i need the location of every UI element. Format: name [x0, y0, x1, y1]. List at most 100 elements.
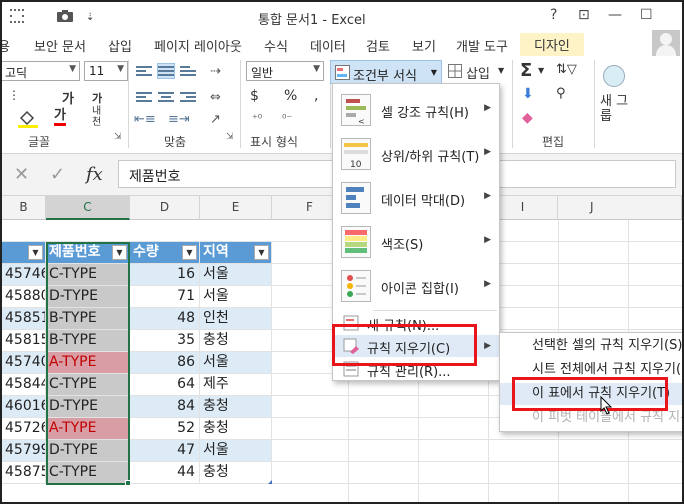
- customize-qat-icon[interactable]: ⇣: [86, 12, 94, 23]
- fill-down-icon[interactable]: ⬇: [522, 86, 534, 102]
- filter-dropdown-icon[interactable]: ▼: [254, 245, 269, 260]
- indent-decrease-icon[interactable]: ⇤≡: [134, 112, 156, 127]
- table-cell[interactable]: 45875: [2, 462, 46, 484]
- table-cell[interactable]: 64: [130, 374, 200, 396]
- column-header-c[interactable]: C: [46, 196, 130, 220]
- table-cell[interactable]: 서울: [200, 352, 272, 374]
- maximize-button[interactable]: ☐: [640, 7, 653, 23]
- merge-center-icon[interactable]: ⇔: [210, 90, 221, 105]
- currency-button[interactable]: $: [250, 88, 259, 104]
- table-cell[interactable]: 35: [130, 330, 200, 352]
- comma-style-icon[interactable]: ,: [314, 88, 318, 104]
- table-cell[interactable]: 충청: [200, 462, 272, 484]
- increase-font-button[interactable]: 가: [62, 88, 74, 107]
- column-header-j[interactable]: J: [558, 196, 682, 220]
- grid-dots-icon[interactable]: [10, 9, 24, 27]
- font-name-combo[interactable]: 고딕 ▼: [2, 61, 80, 81]
- conditional-format-button[interactable]: 조건부 서식 ▼: [330, 60, 442, 84]
- insert-function-icon[interactable]: fx: [86, 164, 103, 185]
- table-cell[interactable]: 충청: [200, 396, 272, 418]
- table-cell[interactable]: 84: [130, 396, 200, 418]
- tab-home[interactable]: 용: [2, 36, 10, 55]
- table-cell[interactable]: 86: [130, 352, 200, 374]
- table-cell[interactable]: A-TYPE: [46, 352, 130, 374]
- table-cell[interactable]: 서울: [200, 440, 272, 462]
- table-cell[interactable]: 서울: [200, 264, 272, 286]
- align-top-icon[interactable]: [136, 64, 152, 78]
- decrease-font-button[interactable]: 가: [92, 90, 102, 106]
- submenu-clear-selected[interactable]: 선택한 셀의 규칙 지우기(S): [500, 335, 682, 357]
- table-cell[interactable]: 52: [130, 418, 200, 440]
- column-header-e[interactable]: E: [200, 196, 272, 220]
- tab-page-layout[interactable]: 페이지 레이아웃: [154, 36, 242, 55]
- tab-data[interactable]: 데이터: [310, 36, 346, 55]
- indent-increase-icon[interactable]: ≡⇥: [168, 112, 190, 127]
- insert-label[interactable]: 삽입: [466, 63, 490, 82]
- table-cell[interactable]: 45740: [2, 352, 46, 374]
- fill-color-icon[interactable]: [18, 110, 40, 132]
- table-header-cell[interactable]: 지역 ▼: [200, 242, 272, 264]
- clear-eraser-icon[interactable]: ◆: [522, 110, 533, 126]
- increase-decimal-icon[interactable]: ⁺⁰: [252, 112, 262, 125]
- table-cell[interactable]: 45851: [2, 308, 46, 330]
- column-header-d[interactable]: D: [130, 196, 200, 220]
- menu-icon-sets[interactable]: 아이콘 집합(I) ▶: [333, 264, 499, 308]
- table-cell[interactable]: C-TYPE: [46, 374, 130, 396]
- table-cell[interactable]: 충청: [200, 330, 272, 352]
- tab-view[interactable]: 보기: [412, 36, 436, 55]
- table-cell[interactable]: 45844: [2, 374, 46, 396]
- paint-icon[interactable]: ⋮: [8, 88, 20, 102]
- table-cell[interactable]: 서울: [200, 286, 272, 308]
- table-cell[interactable]: C-TYPE: [46, 462, 130, 484]
- find-select-icon[interactable]: ⚲: [556, 86, 566, 101]
- wrap-text-icon[interactable]: ⇢: [210, 64, 221, 79]
- minimize-button[interactable]: —: [608, 7, 622, 23]
- table-cell[interactable]: 45746: [2, 264, 46, 286]
- table-cell[interactable]: 충청: [200, 418, 272, 440]
- table-cell[interactable]: 48: [130, 308, 200, 330]
- table-cell[interactable]: 45815: [2, 330, 46, 352]
- tab-security[interactable]: 보안 문서: [34, 36, 86, 55]
- new-group-label[interactable]: 새 그룹: [600, 94, 630, 124]
- align-bottom-icon[interactable]: [180, 64, 196, 78]
- orientation-icon[interactable]: ↗: [210, 112, 221, 127]
- table-cell[interactable]: 16: [130, 264, 200, 286]
- table-cell[interactable]: 46016: [2, 396, 46, 418]
- column-header-b[interactable]: B: [2, 196, 46, 220]
- table-cell[interactable]: 인천: [200, 308, 272, 330]
- menu-data-bars[interactable]: 데이터 막대(D) ▶: [333, 176, 499, 220]
- table-cell[interactable]: 47: [130, 440, 200, 462]
- new-group-icon[interactable]: [603, 65, 625, 87]
- filter-dropdown-icon[interactable]: ▼: [112, 245, 127, 260]
- align-middle-icon[interactable]: [157, 63, 175, 79]
- table-cell[interactable]: D-TYPE: [46, 440, 130, 462]
- table-header-cell[interactable]: 수량 ▼: [130, 242, 200, 264]
- menu-clear-rules[interactable]: 규칙 지우기(C) ▶: [333, 335, 499, 357]
- table-cell[interactable]: B-TYPE: [46, 308, 130, 330]
- tab-review[interactable]: 검토: [366, 36, 390, 55]
- table-cell[interactable]: C-TYPE: [46, 264, 130, 286]
- menu-manage-rules[interactable]: 규칙 관리(R)...: [333, 358, 499, 380]
- autosum-icon[interactable]: Σ: [520, 60, 532, 81]
- fill-handle[interactable]: [125, 480, 131, 486]
- dialog-launcher-icon[interactable]: ⇲: [114, 132, 122, 142]
- align-right-icon[interactable]: [180, 90, 196, 104]
- menu-highlight-cells-rules[interactable]: < 셀 강조 규칙(H) ▶: [333, 88, 499, 132]
- sort-filter-icon[interactable]: ⇅▽: [556, 62, 577, 77]
- tab-formulas[interactable]: 수식: [264, 36, 288, 55]
- submenu-clear-table[interactable]: 이 표에서 규칙 지우기(T): [500, 383, 682, 405]
- table-cell[interactable]: 45880: [2, 286, 46, 308]
- percent-button[interactable]: %: [284, 88, 297, 104]
- align-left-icon[interactable]: [136, 90, 152, 104]
- table-header-cell[interactable]: ▼: [2, 242, 46, 264]
- menu-new-rule[interactable]: 새 규칙(N)...: [333, 312, 499, 334]
- submenu-clear-sheet[interactable]: 시트 전체에서 규칙 지우기(E): [500, 359, 682, 381]
- enter-icon[interactable]: ✓: [50, 164, 65, 185]
- table-cell[interactable]: D-TYPE: [46, 286, 130, 308]
- help-button[interactable]: ?: [550, 7, 557, 23]
- ribbon-options-icon[interactable]: ⊡: [578, 7, 590, 23]
- font-color-button[interactable]: 가: [54, 108, 66, 126]
- menu-top-bottom-rules[interactable]: 10 상위/하위 규칙(T) ▶: [333, 132, 499, 176]
- table-header-cell[interactable]: 제품번호 ▼: [46, 242, 130, 264]
- dialog-launcher-icon[interactable]: ⇲: [226, 132, 234, 142]
